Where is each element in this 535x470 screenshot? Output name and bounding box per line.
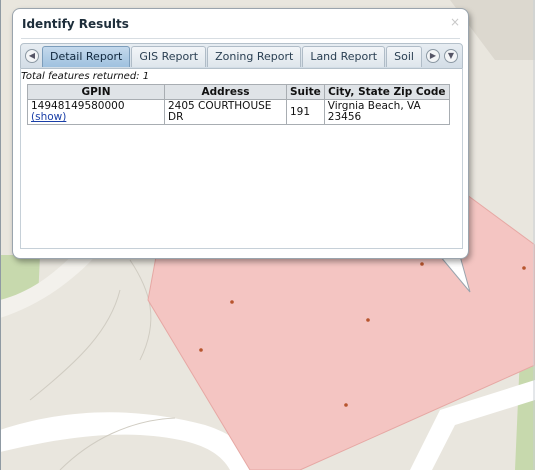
parcel-point bbox=[344, 403, 348, 407]
tab-gis-report[interactable]: GIS Report bbox=[131, 46, 207, 67]
report-tabstrip: ◀ Detail Report GIS Report Zoning Report La… bbox=[20, 43, 463, 69]
close-icon[interactable]: × bbox=[450, 15, 460, 29]
parcel-point bbox=[199, 348, 203, 352]
suite-cell: 191 bbox=[286, 99, 325, 125]
parcel-point bbox=[230, 300, 234, 304]
parcel-point bbox=[420, 262, 424, 266]
column-header-city: City, State Zip Code bbox=[323, 84, 450, 100]
parcel-point bbox=[522, 266, 526, 270]
show-link[interactable]: (show) bbox=[31, 112, 161, 123]
column-header-gpin: GPIN bbox=[27, 84, 165, 100]
popup-title: Identify Results bbox=[22, 17, 129, 31]
title-divider bbox=[21, 38, 460, 39]
scroll-left-icon[interactable]: ◀ bbox=[25, 49, 39, 63]
parcel-point bbox=[366, 318, 370, 322]
column-header-address: Address bbox=[164, 84, 287, 100]
identify-results-popup: Identify Results × ◀ Detail Report GIS Re… bbox=[12, 8, 469, 259]
tab-zoning-report[interactable]: Zoning Report bbox=[207, 46, 302, 67]
column-header-suite: Suite bbox=[286, 84, 325, 100]
gpin-cell: 14948149580000 (show) bbox=[27, 99, 165, 125]
tab-soil-report[interactable]: Soil bbox=[386, 46, 422, 67]
table-header-row: GPIN Address Suite City, State Zip Code bbox=[27, 84, 450, 100]
scroll-right-icon[interactable]: ▶ bbox=[426, 49, 440, 63]
address-cell: 2405 COURTHOUSE DR bbox=[164, 99, 287, 125]
results-table: GPIN Address Suite City, State Zip Code … bbox=[27, 84, 450, 125]
tab-list: Detail Report GIS Report Zoning Report Land… bbox=[42, 46, 438, 68]
tab-menu-chevron-icon[interactable]: ▼ bbox=[444, 49, 458, 63]
total-features-text: Total features returned: 1 bbox=[21, 71, 150, 82]
table-row: 14948149580000 (show) 2405 COURTHOUSE DR… bbox=[27, 99, 450, 125]
tab-land-report[interactable]: Land Report bbox=[302, 46, 386, 67]
city-cell: Virgnia Beach, VA 23456 bbox=[323, 99, 450, 125]
tab-detail-report[interactable]: Detail Report bbox=[42, 46, 131, 67]
